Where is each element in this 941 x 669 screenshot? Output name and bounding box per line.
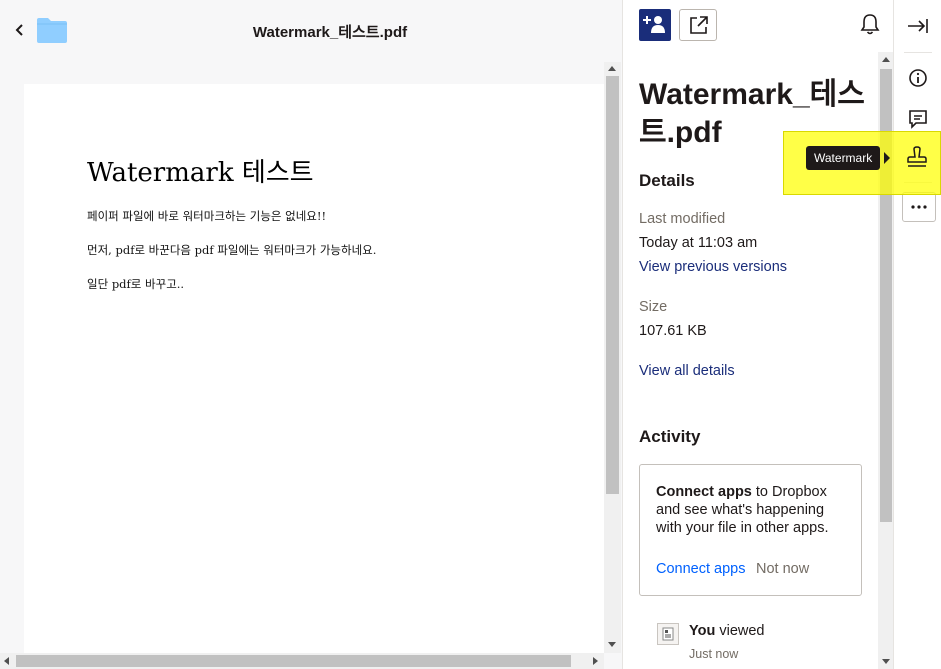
scroll-left-arrow-icon[interactable] (4, 657, 9, 665)
activity-actor: You (689, 623, 716, 639)
document-paragraph: 먼저, pdf로 바꾼다음 pdf 파일에는 워터마크가 가능하네요. (87, 243, 377, 257)
notifications-button[interactable] (859, 12, 881, 36)
watermark-button[interactable] (901, 142, 933, 174)
last-modified-value: Today at 11:03 am (639, 235, 758, 251)
scroll-up-arrow-icon[interactable] (882, 57, 890, 62)
document-paragraph: 페이퍼 파일에 바로 워터마크하는 기능은 없네요!! (87, 209, 327, 223)
size-value: 107.61 KB (639, 323, 707, 339)
tooltip-arrow (884, 152, 890, 164)
add-person-icon (643, 16, 665, 33)
not-now-link[interactable]: Not now (756, 561, 809, 577)
activity-action: viewed (715, 623, 765, 639)
connect-apps-card: Connect apps to Dropbox and see what's h… (639, 464, 862, 596)
folder-icon[interactable] (36, 16, 68, 44)
external-link-icon (690, 16, 708, 34)
collapse-right-icon (908, 19, 928, 33)
rail-divider (904, 52, 932, 53)
pdf-page: Watermark 테스트 페이퍼 파일에 바로 워터마크하는 기능은 없네요!… (24, 84, 604, 654)
document-viewer: Watermark_테스트.pdf Watermark 테스트 페이퍼 파일에 … (0, 0, 622, 669)
file-name-title: Watermark_테스트.pdf (252, 24, 408, 41)
details-heading: Details (639, 171, 695, 190)
connect-apps-description: Connect apps to Dropbox and see what's h… (656, 483, 846, 537)
viewer-header: Watermark_테스트.pdf (0, 0, 622, 62)
connect-apps-bold: Connect apps (656, 484, 752, 500)
document-heading: Watermark 테스트 (87, 158, 314, 188)
sidebar-rail (893, 0, 941, 669)
scroll-down-arrow-icon[interactable] (882, 659, 890, 664)
viewer-vertical-scrollbar[interactable] (604, 62, 621, 653)
viewer-horizontal-scrollbar[interactable] (0, 653, 604, 669)
scroll-up-arrow-icon[interactable] (608, 66, 616, 71)
activity-heading: Activity (639, 427, 701, 446)
info-button[interactable] (902, 62, 934, 94)
last-modified-label: Last modified (639, 211, 726, 227)
open-in-new-window-button[interactable] (679, 9, 717, 41)
collapse-panel-button[interactable] (902, 10, 934, 42)
activity-text: You viewed (689, 623, 764, 639)
info-icon (909, 69, 927, 87)
scroll-thumb[interactable] (16, 655, 571, 667)
view-previous-versions-link[interactable]: View previous versions (639, 259, 787, 275)
bell-icon (860, 14, 880, 35)
connect-apps-link[interactable]: Connect apps (656, 561, 745, 577)
more-options-button[interactable] (902, 192, 936, 222)
scroll-right-arrow-icon[interactable] (593, 657, 598, 665)
scroll-down-arrow-icon[interactable] (608, 642, 616, 647)
document-paragraph: 일단 pdf로 바꾸고.. (87, 277, 185, 291)
view-all-details-link[interactable]: View all details (639, 363, 735, 379)
panel-toolbar (623, 0, 893, 52)
back-button[interactable] (11, 20, 29, 40)
scroll-thumb[interactable] (606, 76, 619, 494)
chevron-left-icon (15, 24, 23, 36)
file-thumbnail-icon (657, 623, 679, 645)
activity-timestamp: Just now (689, 647, 739, 661)
stamp-icon (907, 146, 927, 167)
size-label: Size (639, 299, 668, 315)
activity-item: You viewed Just now (657, 621, 877, 665)
watermark-tooltip: Watermark (806, 146, 881, 170)
ellipsis-icon (911, 205, 927, 209)
file-info-panel: Watermark_테스트.pdf Details Last modified … (622, 0, 894, 669)
share-button[interactable] (639, 9, 671, 41)
